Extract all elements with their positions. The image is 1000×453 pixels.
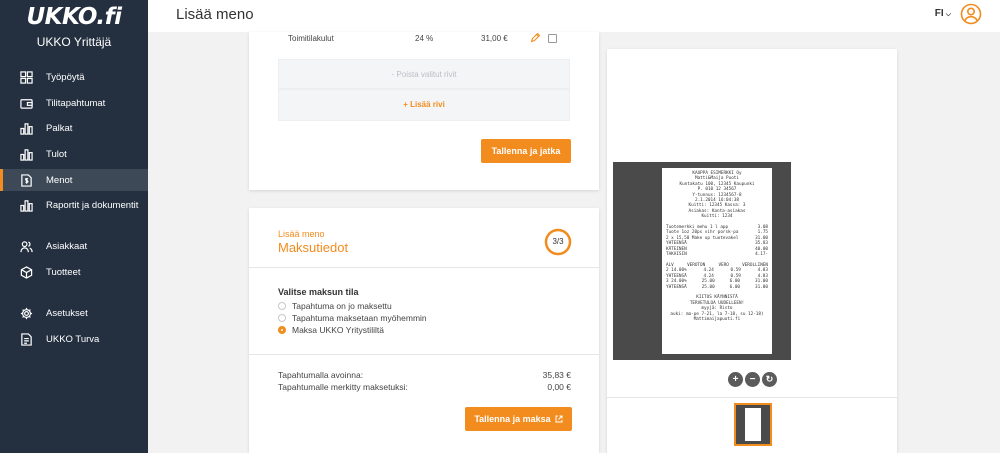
open-amount-value: 35,83 €: [542, 370, 571, 380]
sidebar-item-label: Raportit ja dokumentit: [46, 199, 139, 211]
save-and-continue-button[interactable]: Tallenna ja jatka: [481, 139, 571, 163]
receipt-image: KAUPPA ESIMERKKI Oy Matti&Maija Puoti Ku…: [662, 168, 772, 354]
bar-chart-icon: [19, 198, 33, 212]
sidebar-item-menot[interactable]: Menot: [0, 169, 148, 191]
sidebar-item-raportit[interactable]: Raportit ja dokumentit: [0, 194, 148, 216]
expense-vat: 24 %: [415, 34, 434, 43]
radio-button[interactable]: [278, 314, 286, 322]
expense-amount: 31,00 €: [481, 34, 508, 43]
rotate-reset-button[interactable]: ↻: [762, 372, 777, 387]
sidebar-item-label: Asiakkaat: [46, 240, 88, 252]
app-logo[interactable]: UKKO.fi: [0, 4, 148, 30]
radio-button[interactable]: [278, 326, 286, 334]
marked-paid-value: 0,00 €: [547, 382, 571, 392]
top-bar: Lisää meno FI ⌵: [148, 0, 1000, 32]
gear-icon: [19, 306, 33, 320]
add-row-button[interactable]: + Lisää rivi: [278, 89, 570, 121]
external-link-icon: [555, 415, 563, 423]
sidebar-item-label: Asetukset: [46, 307, 88, 319]
receipt-viewer-card: KAUPPA ESIMERKKI Oy Matti&Maija Puoti Ku…: [607, 49, 897, 453]
bar-chart-icon: [19, 121, 33, 135]
card-label: Lisää meno: [278, 229, 325, 239]
sidebar-item-label: UKKO Turva: [46, 333, 100, 345]
divider: [607, 397, 897, 398]
sidebar-item-tulot[interactable]: Tulot: [0, 143, 148, 165]
sidebar-item-label: Tilitapahtumat: [46, 97, 106, 109]
expense-row: Toimitilakulut 24 % 31,00 €: [279, 32, 570, 46]
app-subtitle: UKKO Yrittäjä: [36, 35, 112, 49]
receipt-footer: KIITOS KÄYNNISTÄ TERVETULOA UUDELLEEN! m…: [666, 295, 768, 322]
expense-name: Toimitilakulut: [288, 34, 334, 43]
expense-rows-card: Toimitilakulut 24 % 31,00 € - Poista val…: [249, 32, 599, 190]
radio-already-paid[interactable]: Tapahtuma on jo maksettu: [278, 300, 392, 312]
radio-label: Maksa UKKO Yritystililtä: [292, 325, 384, 335]
receipt-thumbnail[interactable]: [734, 403, 772, 446]
language-selector[interactable]: FI ⌵: [935, 8, 951, 19]
radio-button[interactable]: [278, 302, 286, 310]
receipt-header: KAUPPA ESIMERKKI Oy Matti&Maija Puoti Ku…: [666, 171, 768, 220]
marked-paid-row: Tapahtumalle merkitty maksetuksi: 0,00 €: [278, 382, 571, 394]
receipt-line: Mattimaijapuoti.fi: [693, 316, 741, 322]
sidebar: UKKO.fi UKKO Yrittäjä Työpöytä Tilitapah…: [0, 0, 148, 453]
dollar-document-icon: [19, 173, 33, 187]
row-select-checkbox[interactable]: [548, 34, 557, 43]
radio-pay-ukko-account[interactable]: Maksa UKKO Yritystililtä: [278, 324, 384, 336]
sidebar-item-label: Palkat: [46, 122, 73, 134]
box-icon: [19, 265, 33, 279]
sidebar-item-tyopoyta[interactable]: Työpöytä: [0, 66, 148, 88]
user-circle-icon[interactable]: [960, 3, 982, 25]
sidebar-item-ukko-turva[interactable]: UKKO Turva: [0, 328, 148, 350]
wallet-icon: [19, 96, 33, 110]
radio-label: Tapahtuma maksetaan myöhemmin: [292, 313, 427, 323]
sidebar-item-palkat[interactable]: Palkat: [0, 117, 148, 139]
sidebar-item-asiakkaat[interactable]: Asiakkaat: [0, 235, 148, 257]
radio-pay-later[interactable]: Tapahtuma maksetaan myöhemmin: [278, 312, 427, 324]
sidebar-item-label: Tuotteet: [46, 266, 81, 278]
users-icon: [19, 239, 33, 253]
save-and-pay-button[interactable]: Tallenna ja maksa: [465, 407, 572, 431]
bar-chart-icon: [19, 147, 33, 161]
remove-selected-rows-button[interactable]: - Poista valitut rivit: [278, 59, 570, 89]
receipt-viewer[interactable]: KAUPPA ESIMERKKI Oy Matti&Maija Puoti Ku…: [613, 162, 791, 360]
marked-paid-label: Tapahtumalle merkitty maksetuksi:: [278, 382, 408, 392]
save-and-pay-label: Tallenna ja maksa: [474, 414, 551, 424]
zoom-controls: + − ↻: [728, 372, 777, 387]
language-label: FI: [934, 8, 944, 19]
sidebar-item-tilitapahtumat[interactable]: Tilitapahtumat: [0, 92, 148, 114]
zoom-in-button[interactable]: +: [728, 372, 743, 387]
zoom-out-button[interactable]: −: [745, 372, 760, 387]
grid-icon: [19, 70, 33, 84]
document-icon: [19, 332, 33, 346]
sidebar-item-label: Tulot: [46, 148, 67, 160]
radio-label: Tapahtuma on jo maksettu: [292, 301, 392, 311]
sidebar-item-asetukset[interactable]: Asetukset: [0, 302, 148, 324]
open-amount-row: Tapahtumalla avoinna: 35,83 €: [278, 370, 571, 382]
divider: [249, 267, 599, 268]
step-indicator: 3/3: [552, 237, 564, 246]
card-title: Maksutiedot: [278, 240, 349, 255]
sidebar-item-label: Työpöytä: [46, 71, 85, 83]
payment-status-heading: Valitse maksun tila: [278, 287, 359, 297]
divider: [249, 354, 599, 355]
edit-icon[interactable]: [530, 33, 540, 43]
sidebar-item-label: Menot: [46, 174, 73, 186]
payment-card: Lisää meno Maksutiedot 3/3 Valitse maksu…: [249, 208, 599, 453]
thumbnail-page: [745, 408, 761, 441]
page-title: Lisää meno: [176, 6, 254, 23]
open-amount-label: Tapahtumalla avoinna:: [278, 370, 364, 380]
chevron-down-icon: ⌵: [945, 11, 951, 18]
sidebar-item-tuotteet[interactable]: Tuotteet: [0, 261, 148, 283]
